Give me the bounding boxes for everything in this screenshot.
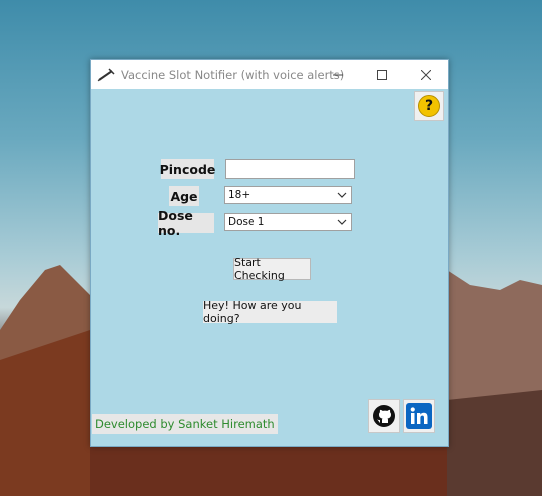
syringe-icon xyxy=(97,67,115,81)
greeting-button[interactable]: Hey! How are you doing? xyxy=(203,299,337,325)
help-icon: ? xyxy=(418,95,440,117)
close-button[interactable] xyxy=(404,60,448,89)
maximize-button[interactable] xyxy=(360,60,404,89)
window-title: Vaccine Slot Notifier (with voice alerts… xyxy=(121,67,345,82)
minimize-icon xyxy=(333,74,343,75)
pincode-label: Pincode xyxy=(160,159,215,179)
app-window: Vaccine Slot Notifier (with voice alerts… xyxy=(90,59,449,447)
help-label: ? xyxy=(424,98,434,114)
dose-selected-value: Dose 1 xyxy=(228,216,265,228)
dose-label: Dose no. xyxy=(158,208,214,238)
linkedin-button[interactable] xyxy=(403,399,435,433)
age-selected-value: 18+ xyxy=(228,189,251,201)
age-select[interactable]: 18+ xyxy=(224,186,352,204)
developer-credit: Developed by Sanket Hiremath xyxy=(92,414,278,434)
pincode-input[interactable] xyxy=(225,159,355,179)
start-checking-button[interactable]: Start Checking xyxy=(233,256,311,282)
github-icon xyxy=(373,405,395,427)
dose-select[interactable]: Dose 1 xyxy=(224,213,352,231)
close-icon xyxy=(421,69,431,80)
maximize-icon xyxy=(377,69,387,80)
help-button[interactable]: ? xyxy=(414,91,444,121)
chevron-down-icon xyxy=(337,192,347,198)
minimize-button[interactable] xyxy=(316,60,360,89)
chevron-down-icon xyxy=(337,219,347,225)
github-button[interactable] xyxy=(368,399,400,433)
title-bar[interactable]: Vaccine Slot Notifier (with voice alerts… xyxy=(91,60,448,89)
age-label: Age xyxy=(169,186,199,206)
linkedin-icon xyxy=(406,403,432,429)
